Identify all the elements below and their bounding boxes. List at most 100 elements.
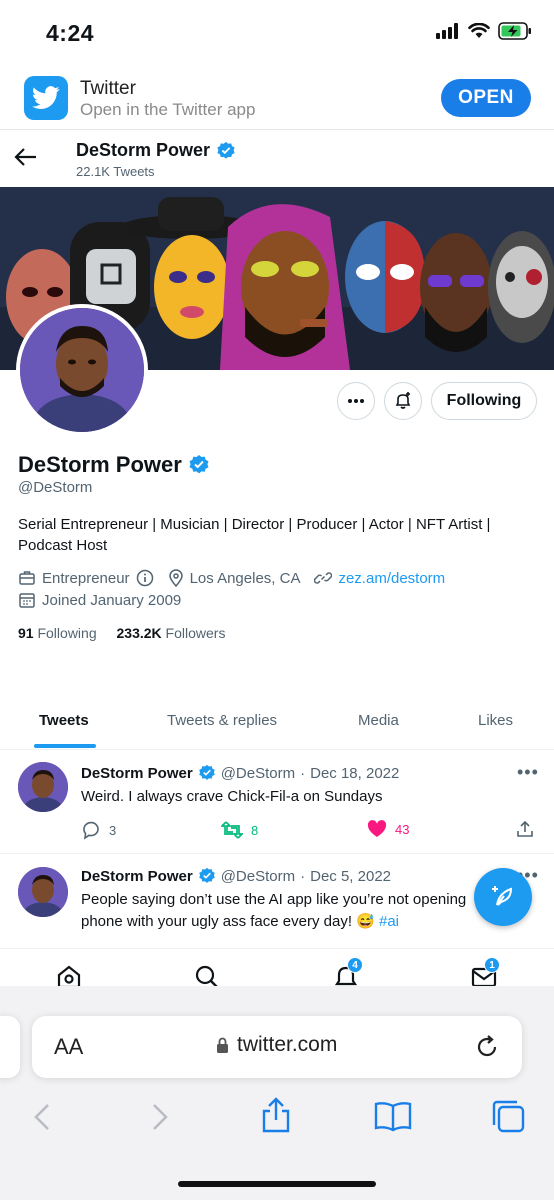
tab-likes[interactable]: Likes: [478, 712, 513, 729]
location-pin-icon: [168, 569, 183, 587]
tweet-text-segment: phone with your ugly ass face every day!…: [81, 913, 375, 930]
tweet-text-line: People saying don’t use the AI app like …: [81, 891, 467, 908]
wifi-icon: [468, 23, 490, 38]
previous-tab-edge[interactable]: [0, 1016, 20, 1078]
bookmarks-icon[interactable]: [374, 1100, 412, 1137]
profile-joined-row: Joined January 2009: [18, 591, 181, 609]
share-icon[interactable]: [260, 1096, 292, 1139]
tweet-date[interactable]: Dec 5, 2022: [310, 868, 391, 885]
retweet-icon: [221, 821, 243, 839]
followers-label: Followers: [165, 625, 226, 641]
tweet-header: DeStorm Power @DeStorm · Dec 18, 2022: [81, 764, 399, 782]
status-icons: [436, 22, 532, 40]
lock-icon: [217, 1037, 228, 1053]
bio-line: Serial Entrepreneur | Musician | Directo…: [18, 516, 491, 533]
tweet-more-button[interactable]: •••: [517, 762, 539, 783]
cellular-signal-icon: [436, 23, 458, 39]
more-dots-icon: [348, 399, 364, 403]
tweet[interactable]: DeStorm Power @DeStorm · Dec 18, 2022 ••…: [0, 750, 554, 854]
profile-joined: Joined January 2009: [42, 591, 182, 609]
profile-name-text: DeStorm Power: [18, 452, 182, 477]
home-indicator: [178, 1181, 376, 1187]
compose-tweet-button[interactable]: [474, 868, 532, 926]
followers-stat[interactable]: 233.2K Followers: [117, 625, 226, 641]
link-icon: [314, 572, 333, 584]
battery-charging-icon: [498, 22, 531, 40]
header-name-text: DeStorm Power: [76, 140, 211, 160]
like-button[interactable]: 43: [367, 820, 409, 838]
following-label: Following: [37, 625, 97, 641]
tweet-separator: ·: [300, 764, 306, 782]
verified-badge-icon: [189, 455, 209, 474]
open-in-app-button[interactable]: OPEN: [441, 79, 531, 117]
twitter-bird-icon: [32, 86, 60, 109]
profile-avatar[interactable]: [16, 304, 148, 436]
following-button[interactable]: Following: [431, 382, 537, 420]
url-text: twitter.com: [237, 1033, 338, 1056]
calendar-icon: [19, 593, 35, 608]
notifications-badge: 4: [347, 957, 363, 973]
tweet-avatar[interactable]: [18, 867, 68, 917]
notifications-toggle-button[interactable]: [384, 382, 422, 420]
tweet-author-name[interactable]: DeStorm Power: [81, 868, 193, 885]
bio-line: Podcast Host: [18, 537, 108, 554]
reply-icon: [83, 821, 99, 840]
tab-media[interactable]: Media: [358, 712, 399, 729]
reply-button[interactable]: 3: [81, 820, 116, 840]
compose-feather-icon: [492, 886, 513, 906]
tweet-separator: ·: [300, 867, 306, 885]
messages-badge: 1: [484, 957, 500, 973]
active-tab-indicator: [34, 744, 96, 748]
back-arrow-icon[interactable]: [14, 146, 42, 170]
info-icon[interactable]: [136, 569, 154, 587]
tab-tweets[interactable]: Tweets: [39, 712, 89, 729]
retweet-button[interactable]: 8: [221, 820, 258, 840]
like-count: 43: [395, 821, 410, 837]
status-time: 4:24: [46, 20, 95, 46]
tweet-date[interactable]: Dec 18, 2022: [310, 765, 399, 782]
following-count: 91: [18, 625, 34, 641]
forward-chevron-icon[interactable]: [150, 1102, 170, 1137]
tweet-handle: @DeStorm: [220, 867, 296, 885]
followers-count: 233.2K: [116, 625, 162, 641]
url-display[interactable]: twitter.com: [216, 1033, 337, 1057]
profile-tabs: Tweets Tweets & replies Media Likes: [0, 706, 554, 750]
tweet-author-name[interactable]: DeStorm Power: [81, 765, 193, 782]
tweet[interactable]: DeStorm Power @DeStorm · Dec 5, 2022 •••…: [0, 855, 554, 947]
app-banner-subtitle: Open in the Twitter app: [80, 100, 256, 119]
tab-tweets-replies[interactable]: Tweets & replies: [167, 712, 277, 729]
following-stat[interactable]: 91 Following: [18, 625, 97, 641]
safari-toolbar: AA twitter.com: [0, 986, 554, 1200]
header-name: DeStorm Power: [76, 140, 236, 161]
text-size-button[interactable]: AA: [54, 1034, 83, 1060]
tweet-header: DeStorm Power @DeStorm · Dec 5, 2022: [81, 867, 391, 885]
profile-handle: @DeStorm: [18, 479, 93, 496]
more-options-button[interactable]: [337, 382, 375, 420]
profile-meta-row: Entrepreneur Los Angeles, CA zez.am/dest…: [18, 569, 445, 587]
tweet-text: People saying don’t use the AI app like …: [81, 889, 521, 933]
verified-badge-icon: [198, 764, 215, 780]
hashtag-link[interactable]: #ai: [379, 913, 399, 930]
tweet-avatar[interactable]: [18, 762, 68, 812]
share-icon: [517, 820, 533, 837]
profile-location: Los Angeles, CA: [189, 569, 301, 587]
tweet-actions: 3 8 43: [81, 820, 541, 842]
heart-filled-icon: [367, 820, 387, 837]
reload-icon[interactable]: [474, 1034, 500, 1065]
address-bar[interactable]: AA twitter.com: [32, 1016, 522, 1078]
share-button[interactable]: [516, 820, 534, 838]
verified-badge-icon: [198, 867, 215, 883]
profile-website-link[interactable]: zez.am/destorm: [338, 570, 445, 587]
verified-badge-icon: [217, 141, 235, 159]
profile-name: DeStorm Power: [18, 452, 210, 478]
app-banner: Twitter Open in the Twitter app OPEN: [0, 66, 554, 130]
briefcase-icon: [19, 571, 35, 585]
tabs-icon[interactable]: [490, 1098, 526, 1139]
tweet-text: Weird. I always crave Chick-Fil-a on Sun…: [81, 788, 383, 805]
twitter-app-icon[interactable]: [24, 76, 68, 120]
profile-category: Entrepreneur: [42, 569, 130, 587]
profile-stats: 91 Following 233.2K Followers: [18, 625, 225, 641]
tweet-text-line: phone with your ugly ass face every day!…: [81, 911, 521, 933]
retweet-count: 8: [251, 822, 259, 838]
back-chevron-icon[interactable]: [32, 1102, 52, 1137]
